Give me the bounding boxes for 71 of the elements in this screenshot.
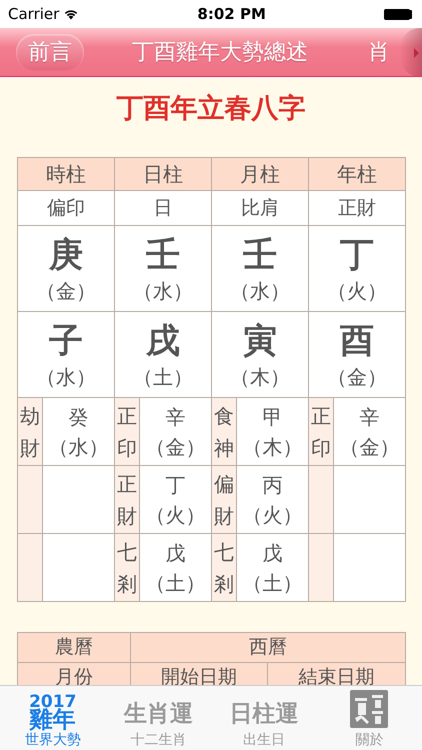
table-header: 時柱 (18, 158, 114, 190)
clock-time: 8:02 PM (197, 4, 266, 25)
element-label: （土） (132, 364, 194, 390)
pillar-character: 庚 (48, 234, 84, 276)
table-cell: 正財 (308, 190, 406, 226)
ten-god-label: 劫財 (20, 402, 40, 462)
tab-icon-text: 雞年 (30, 710, 76, 730)
table-header: 月柱 (212, 158, 308, 190)
tab-label: 出生日 (242, 732, 285, 748)
table-header: 西曆 (130, 632, 406, 662)
hidden-stem: 丙 (262, 472, 284, 498)
pillar-character: 子 (48, 320, 84, 362)
hidden-stem: 甲 (262, 404, 284, 430)
nav-tab[interactable]: 前言 (16, 34, 84, 70)
element-label: （木） (242, 434, 304, 460)
element-label: （金） (35, 278, 97, 304)
tab-label: 十二生肖 (130, 732, 186, 748)
element-label: （金） (144, 434, 206, 460)
element-label: （土） (144, 570, 206, 596)
seal-icon (350, 690, 388, 728)
element-label: （金） (326, 364, 388, 390)
carrier-name: Carrier (8, 4, 60, 25)
tab-label: 關於 (355, 732, 384, 748)
element-label: （火） (242, 502, 304, 528)
hidden-stem: 戊 (164, 540, 186, 566)
element-label: （火） (144, 502, 206, 528)
tab-label: 世界大勢 (24, 732, 81, 748)
nav-tab[interactable]: 丁酉雞年大勢總述 (120, 34, 320, 70)
hidden-stem: 丁 (164, 472, 186, 498)
element-label: （金） (338, 434, 400, 460)
page-title: 丁酉年立春八字 (116, 92, 306, 126)
hidden-stem: 戊 (262, 540, 284, 566)
ten-god-label: 七剎 (117, 538, 137, 598)
hidden-stem: 癸 (68, 404, 90, 430)
pillar-character: 壬 (242, 234, 278, 276)
ten-god-label: 正印 (117, 402, 137, 462)
pillar-character: 酉 (339, 320, 375, 362)
table-cell: 比肩 (212, 190, 308, 226)
pillar-character: 壬 (145, 234, 181, 276)
nav-tab[interactable]: 肖 (356, 34, 402, 70)
pillar-character: 丁 (339, 234, 375, 276)
pillar-character: 戌 (145, 320, 181, 362)
element-label: （土） (242, 570, 304, 596)
tab-bar-item[interactable]: 2017 雞年 世界大勢 (0, 686, 106, 750)
wifi-icon (63, 8, 80, 20)
table-cell: 偏印 (18, 190, 114, 226)
tab-bar-item[interactable]: 生肖運 十二生肖 (106, 686, 211, 750)
tab-bar-item[interactable]: 日柱運 出生日 (211, 686, 316, 750)
ten-god-label: 食神 (214, 402, 234, 462)
hidden-stem: 辛 (358, 404, 380, 430)
table-header: 年柱 (308, 158, 406, 190)
element-label: （水） (229, 278, 291, 304)
ten-god-label: 七剎 (214, 538, 234, 598)
table-header: 日柱 (114, 158, 212, 190)
table-cell: 日 (114, 190, 212, 226)
scroll-right-icon[interactable] (414, 48, 419, 58)
element-label: （水） (132, 278, 194, 304)
ten-god-label: 正財 (117, 470, 137, 530)
battery-icon (384, 8, 410, 20)
element-label: （水） (48, 434, 110, 460)
element-label: （水） (35, 364, 97, 390)
ten-god-label: 偏財 (214, 470, 234, 530)
pillar-character: 寅 (242, 320, 278, 362)
tab-icon-text: 生肖運 (124, 701, 193, 727)
hidden-stem: 辛 (164, 404, 186, 430)
ten-god-label: 正印 (311, 402, 331, 462)
element-label: （火） (326, 278, 388, 304)
tab-bar-item[interactable]: 關於 (316, 686, 422, 750)
element-label: （木） (229, 364, 291, 390)
tab-icon-text: 日柱運 (229, 701, 298, 727)
table-header: 農曆 (18, 632, 130, 662)
